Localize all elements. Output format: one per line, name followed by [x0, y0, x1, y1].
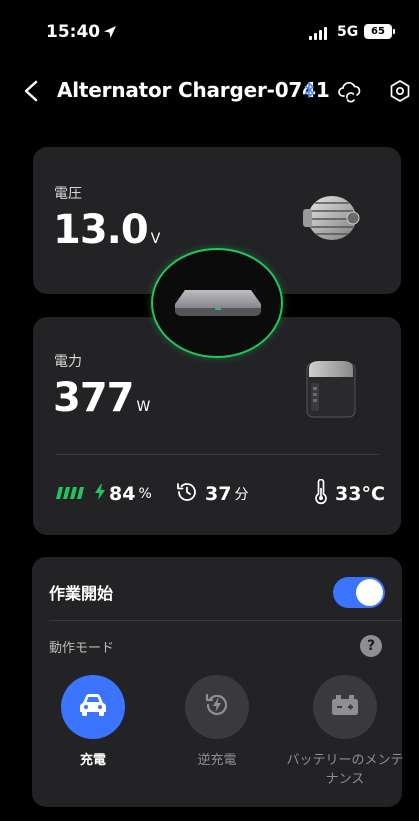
clock-history-icon	[175, 480, 199, 509]
temperature-value: 33°C	[335, 483, 385, 505]
work-start-label: 作業開始	[49, 584, 114, 603]
network-type: 5G	[337, 24, 359, 40]
status-time: 15:40	[46, 22, 101, 42]
power-value: 377	[53, 375, 134, 421]
portable-power-station-image	[305, 357, 357, 423]
alternator-charger-device-image	[173, 286, 263, 326]
car-icon	[78, 692, 108, 722]
mode-battery-maintenance-circle	[313, 675, 377, 739]
mode-charge-label: 充電	[79, 753, 106, 768]
power-unit: W	[136, 399, 151, 415]
app-header: Alternator Charger-0741	[0, 62, 419, 118]
work-start-toggle[interactable]	[333, 577, 385, 608]
battery-level-icon	[53, 483, 89, 505]
control-card: 作業開始 動作モード ? 充電 逆充電 バッテリーのメンテナンス	[32, 557, 405, 807]
time-value: 37	[205, 483, 232, 505]
mode-reverse-charge-label: 逆充電	[197, 753, 237, 768]
operation-mode-label: 動作モード	[49, 641, 115, 656]
battery-maintenance-icon	[330, 693, 360, 721]
work-start-row: 作業開始	[49, 577, 385, 608]
mode-reverse-charge-circle	[185, 675, 249, 739]
voltage-unit: V	[150, 231, 161, 247]
power-label: 電力	[54, 354, 82, 370]
charging-bolt-icon	[95, 483, 105, 505]
toggle-knob	[356, 579, 383, 606]
status-bar: 15:40 5G 65	[0, 0, 419, 62]
back-chevron-icon[interactable]	[22, 80, 42, 106]
control-card-separator	[49, 620, 402, 621]
power-card-divider	[55, 454, 379, 455]
location-arrow-icon	[103, 24, 117, 43]
power-value-wrap: 377 W	[53, 375, 150, 421]
bluetooth-icon	[303, 81, 315, 103]
time-stat: 37 分	[175, 482, 248, 506]
mode-battery-maintenance-label: バッテリーのメンテナンス	[286, 753, 404, 787]
battery-percent-unit: %	[138, 486, 152, 502]
signal-icon	[309, 27, 327, 40]
temperature-stat: 33°C	[313, 478, 385, 506]
battery-tip	[393, 29, 395, 34]
time-unit: 分	[234, 487, 249, 503]
reverse-charge-icon	[202, 690, 232, 724]
voltage-value-wrap: 13.0 V	[53, 207, 160, 253]
voltage-label: 電圧	[54, 186, 82, 202]
settings-gear-icon[interactable]	[388, 79, 412, 107]
mode-charge-circle	[61, 675, 125, 739]
alternator-image	[303, 187, 361, 253]
battery-icon: 65	[364, 24, 392, 39]
cloud-sync-icon[interactable]	[338, 79, 362, 107]
charger-device-ring	[151, 248, 283, 358]
thermometer-icon	[313, 478, 329, 510]
mode-charge[interactable]: 充電	[38, 675, 148, 770]
mode-battery-maintenance[interactable]: バッテリーのメンテナンス	[285, 675, 405, 789]
mode-reverse-charge[interactable]: 逆充電	[162, 675, 272, 770]
page-title: Alternator Charger-0741	[57, 78, 330, 102]
battery-percent: 84	[109, 483, 136, 505]
battery-stat: 84%	[53, 482, 152, 506]
power-stats-row: 84% 37 分 33°C	[53, 478, 391, 506]
help-icon[interactable]: ?	[360, 635, 382, 657]
voltage-value: 13.0	[53, 207, 149, 253]
